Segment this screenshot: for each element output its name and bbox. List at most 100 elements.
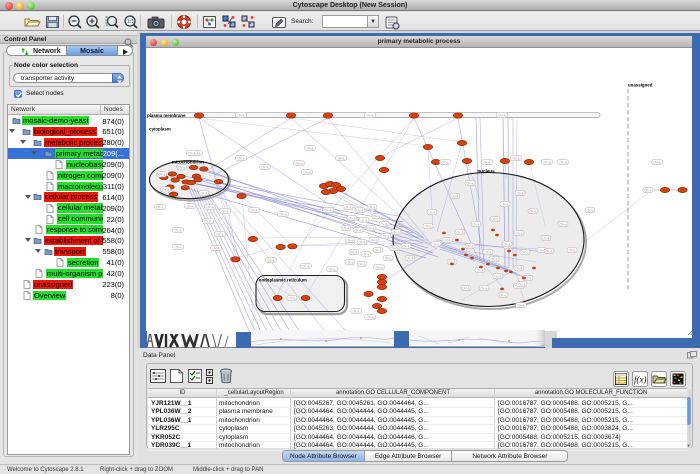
svg-text:Ox-a: Ox-a bbox=[376, 265, 383, 269]
svg-text:Ox-a: Ox-a bbox=[429, 210, 436, 214]
svg-text:Ox-a: Ox-a bbox=[477, 268, 484, 272]
svg-text:Ox-a: Ox-a bbox=[516, 266, 523, 270]
svg-text:Ox-a: Ox-a bbox=[280, 212, 287, 216]
svg-text:Ox-a: Ox-a bbox=[517, 191, 524, 195]
svg-text:Ox-a: Ox-a bbox=[444, 238, 451, 242]
svg-text:Ox-a: Ox-a bbox=[205, 219, 212, 223]
svg-text:Ox-a: Ox-a bbox=[391, 246, 398, 250]
svg-text:plasma membrane: plasma membrane bbox=[147, 113, 186, 118]
svg-text:Ox-a: Ox-a bbox=[374, 214, 381, 218]
svg-text:Ox-a: Ox-a bbox=[381, 222, 388, 226]
svg-text:Ox-a: Ox-a bbox=[484, 160, 491, 164]
svg-text:Ox-a: Ox-a bbox=[393, 230, 400, 234]
svg-text:Ox-a: Ox-a bbox=[347, 238, 354, 242]
svg-text:Ox-a: Ox-a bbox=[307, 146, 314, 150]
svg-text:Ox-a: Ox-a bbox=[351, 250, 358, 254]
svg-text:Ox-a: Ox-a bbox=[268, 258, 275, 262]
svg-text:Ox-a: Ox-a bbox=[207, 205, 214, 209]
svg-text:Ox-a: Ox-a bbox=[303, 264, 310, 268]
svg-text:Ox-a: Ox-a bbox=[500, 293, 507, 297]
svg-text:Ox-a: Ox-a bbox=[544, 160, 551, 164]
svg-text:Ox-a: Ox-a bbox=[238, 156, 245, 160]
svg-text:Ox-a: Ox-a bbox=[645, 188, 652, 192]
svg-text:Ox-a: Ox-a bbox=[329, 267, 336, 271]
svg-text:Ox-a: Ox-a bbox=[262, 165, 269, 169]
svg-text:endoplasmic reticulum: endoplasmic reticulum bbox=[259, 278, 307, 283]
svg-text:Ox-a: Ox-a bbox=[463, 286, 470, 290]
svg-text:Ox-a: Ox-a bbox=[359, 240, 366, 244]
svg-text:Ox-a: Ox-a bbox=[369, 205, 376, 209]
svg-text:Ox-a: Ox-a bbox=[385, 256, 392, 260]
svg-text:Ox-a: Ox-a bbox=[530, 209, 537, 213]
svg-text:Ox-a: Ox-a bbox=[371, 238, 378, 242]
svg-text:Ox-a: Ox-a bbox=[367, 113, 374, 117]
svg-text:Ox-a: Ox-a bbox=[289, 296, 296, 300]
svg-text:Ox-a: Ox-a bbox=[363, 252, 370, 256]
svg-text:Ox-a: Ox-a bbox=[175, 245, 182, 249]
svg-text:Ox-a: Ox-a bbox=[178, 165, 185, 169]
svg-text:Ox-a: Ox-a bbox=[467, 244, 474, 248]
svg-text:Ox-a: Ox-a bbox=[473, 222, 480, 226]
svg-text:Ox-a: Ox-a bbox=[213, 246, 220, 250]
svg-text:mitochondrion: mitochondrion bbox=[172, 159, 204, 164]
svg-text:Ox-a: Ox-a bbox=[217, 232, 224, 236]
svg-text:Ox-a: Ox-a bbox=[251, 208, 258, 212]
svg-text:Ox-a: Ox-a bbox=[200, 191, 207, 195]
svg-text:Ox-a: Ox-a bbox=[499, 113, 506, 117]
svg-text:Ox-a: Ox-a bbox=[304, 170, 311, 174]
svg-text:Ox-a: Ox-a bbox=[491, 257, 498, 261]
svg-text:Ox-a: Ox-a bbox=[504, 242, 511, 246]
svg-text:Ox-a: Ox-a bbox=[403, 244, 410, 248]
svg-text:Ox-a: Ox-a bbox=[353, 309, 360, 313]
svg-text:Ox-a: Ox-a bbox=[345, 205, 352, 209]
svg-text:Ox-a: Ox-a bbox=[654, 160, 661, 164]
svg-text:Ox-a: Ox-a bbox=[187, 204, 194, 208]
svg-text:Ox-a: Ox-a bbox=[347, 260, 354, 264]
svg-text:Ox-a: Ox-a bbox=[587, 208, 594, 212]
svg-text:Ox-a: Ox-a bbox=[361, 218, 368, 222]
svg-text:Ox-a: Ox-a bbox=[433, 242, 440, 246]
svg-text:Ox-a: Ox-a bbox=[158, 173, 165, 177]
svg-text:Ox-a: Ox-a bbox=[569, 248, 576, 252]
svg-text:cytoplasm: cytoplasm bbox=[149, 127, 171, 132]
svg-text:f(x): f(x) bbox=[634, 375, 647, 385]
svg-text:Ox-a: Ox-a bbox=[355, 228, 362, 232]
svg-text:Ox-a: Ox-a bbox=[467, 181, 474, 185]
svg-text:unassigned: unassigned bbox=[628, 83, 653, 88]
svg-text:Ox-a: Ox-a bbox=[452, 194, 459, 198]
svg-text:Ox-a: Ox-a bbox=[368, 226, 375, 230]
svg-text:Ox-a: Ox-a bbox=[543, 236, 550, 240]
svg-text:Ox-a: Ox-a bbox=[325, 208, 332, 212]
svg-text:Ox-a: Ox-a bbox=[502, 202, 509, 206]
svg-text:1:1: 1:1 bbox=[127, 19, 134, 25]
svg-text:Ox-a: Ox-a bbox=[407, 256, 414, 260]
svg-text:Ox-a: Ox-a bbox=[560, 160, 567, 164]
svg-text:Ox-a: Ox-a bbox=[338, 156, 345, 160]
svg-text:Ox-a: Ox-a bbox=[162, 188, 169, 192]
svg-text:Ox-a: Ox-a bbox=[442, 160, 449, 164]
svg-text:Ox-a: Ox-a bbox=[343, 226, 350, 230]
svg-text:Ox-a: Ox-a bbox=[175, 228, 182, 232]
svg-text:Ox-a: Ox-a bbox=[513, 156, 520, 160]
svg-text:Ox-a: Ox-a bbox=[189, 151, 196, 155]
svg-text:Ox-a: Ox-a bbox=[495, 274, 502, 278]
svg-text:Ox-a: Ox-a bbox=[296, 161, 303, 165]
svg-text:Ox-a: Ox-a bbox=[492, 217, 499, 221]
svg-text:Ox-a: Ox-a bbox=[516, 231, 523, 235]
svg-text:Ox-a: Ox-a bbox=[349, 216, 356, 220]
svg-text:Ox-a: Ox-a bbox=[222, 209, 229, 213]
svg-text:Ox-a: Ox-a bbox=[546, 249, 553, 253]
svg-text:Ox-a: Ox-a bbox=[157, 205, 164, 209]
svg-text:Ox-a: Ox-a bbox=[519, 282, 526, 286]
svg-text:Ox-a: Ox-a bbox=[481, 286, 488, 290]
svg-text:Ox-a: Ox-a bbox=[357, 208, 364, 212]
svg-text:Ox-a: Ox-a bbox=[425, 224, 432, 228]
svg-text:Ox-a: Ox-a bbox=[367, 315, 374, 319]
svg-text:Ox-a: Ox-a bbox=[359, 262, 366, 266]
svg-text:Ox-a: Ox-a bbox=[238, 113, 245, 117]
svg-text:Ox-a: Ox-a bbox=[375, 248, 382, 252]
svg-text:Ox-a: Ox-a bbox=[518, 303, 525, 307]
svg-text:Ox-a: Ox-a bbox=[383, 234, 390, 238]
svg-text:Ox-a: Ox-a bbox=[522, 250, 529, 254]
svg-text:Ox-a: Ox-a bbox=[560, 222, 567, 226]
